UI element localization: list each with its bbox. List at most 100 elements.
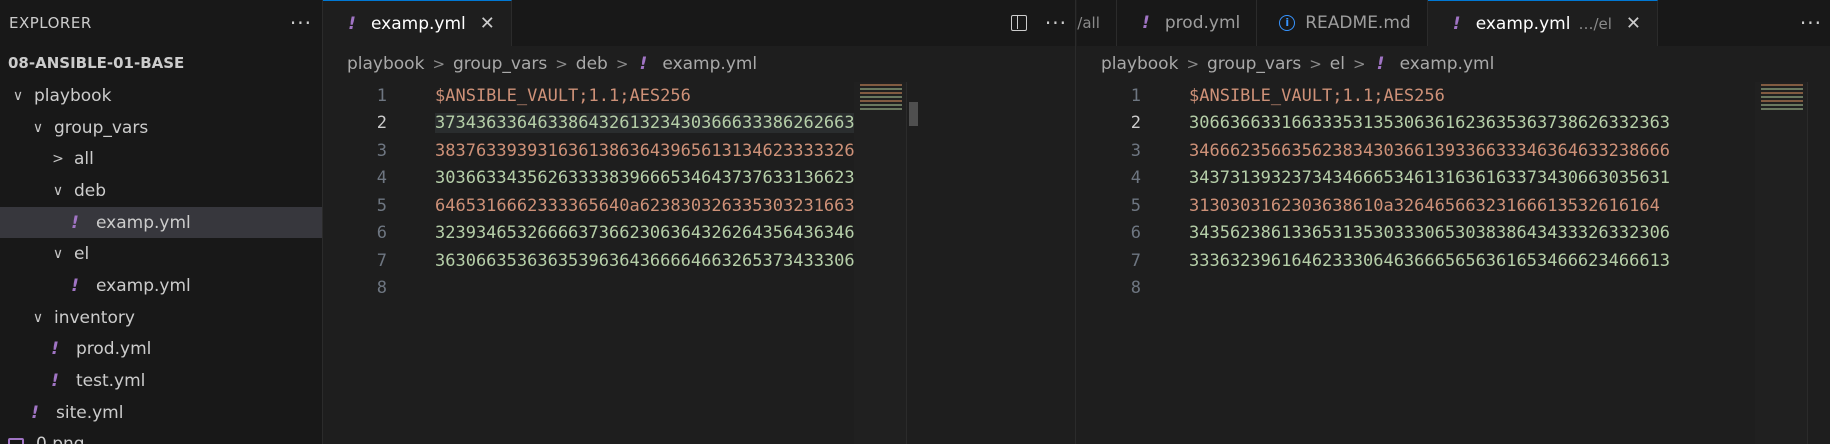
editor-actions-right: ··· (1800, 0, 1830, 46)
line-number: 1 (376, 85, 387, 106)
tab-label: examp.yml (371, 13, 466, 34)
code-line[interactable]: 2 373436336463386432613234303666333862626… (323, 110, 1075, 138)
code-editor-left[interactable]: 1 $ANSIBLE_VAULT;1.1;AES256 2 3734363364633… (323, 82, 1075, 302)
line-text: 3435623861336531353033306530383864343332… (1189, 223, 1671, 244)
tree-file[interactable]: ! examp.yml (0, 206, 322, 239)
code-line[interactable]: 6 343562386133653135303330653038386434333… (1077, 220, 1830, 248)
breadcrumb-item[interactable]: examp.yml (662, 54, 757, 74)
editor-more-icon[interactable]: ··· (1045, 11, 1067, 35)
breadcrumb-item[interactable]: group_vars (453, 54, 547, 74)
code-line[interactable]: 4 303663343562633338396665346437376331366… (323, 165, 1075, 193)
editor-tab[interactable]: ! prod.yml (1116, 0, 1258, 46)
tree-folder[interactable]: ∨ playbook (0, 80, 322, 112)
tree-item-label: 0.png (36, 434, 85, 444)
breadcrumb-item[interactable]: playbook (1101, 54, 1178, 74)
breadcrumb-item[interactable]: group_vars (1207, 54, 1301, 74)
tree-file[interactable]: ! test.yml (0, 365, 322, 397)
close-icon[interactable]: ✕ (480, 13, 495, 34)
close-icon[interactable]: ✕ (1626, 13, 1641, 34)
tree-item-label: playbook (34, 85, 112, 106)
explorer-more-icon[interactable]: ··· (290, 11, 312, 35)
breadcrumb-item[interactable]: playbook (347, 54, 424, 74)
tree-folder[interactable]: ∨ inventory (0, 302, 322, 334)
line-number: 2 (376, 113, 387, 134)
chevron-right-icon: > (1309, 55, 1322, 73)
tree-folder[interactable]: ∨ deb (0, 175, 322, 207)
explorer-title: EXPLORER (9, 14, 92, 32)
editor-tab[interactable]: ! examp.yml …/el ✕ (1427, 0, 1658, 46)
code-line[interactable]: 1 $ANSIBLE_VAULT;1.1;AES256 (1077, 82, 1830, 110)
breadcrumb-item[interactable]: examp.yml (1400, 54, 1495, 74)
line-text: 3466623566356238343036613933663334636463… (1189, 140, 1671, 161)
minimap-line (1761, 108, 1803, 110)
code-line[interactable]: 4 343731393237343466653461316361633734306… (1077, 165, 1830, 193)
scrollbar-left[interactable] (906, 82, 921, 444)
tree-folder[interactable]: ∨ el (0, 238, 322, 270)
code-editor-right[interactable]: 1 $ANSIBLE_VAULT;1.1;AES256 2 3066366331663… (1077, 82, 1830, 302)
scrollbar-right[interactable] (1807, 82, 1822, 444)
code-line[interactable]: 7 333632396164623330646366656563616534666… (1077, 247, 1830, 275)
minimap-line (1761, 84, 1803, 86)
line-text: 6465316662333365640a62383032633530323166… (435, 195, 906, 216)
line-text: 3437313932373434666534613163616337343066… (1189, 168, 1671, 189)
editor-tab[interactable]: i README.md (1257, 0, 1428, 46)
tree-item-label: examp.yml (96, 212, 191, 233)
chevron-down-icon[interactable]: ∨ (28, 310, 48, 326)
code-line[interactable]: 2 306636633166333531353063616236353637386… (1077, 110, 1830, 138)
yaml-file-icon: ! (31, 402, 39, 423)
code-line[interactable]: 3 346662356635623834303661393366333463646… (1077, 137, 1830, 165)
tab-list-left: ! examp.yml ✕ (323, 0, 512, 46)
breadcrumb-right: playbook > group_vars > el >! examp.yml (1077, 46, 1830, 82)
yaml-file-icon: ! (51, 339, 59, 360)
workspace-root[interactable]: 08-ANSIBLE-01-BASE (0, 46, 322, 80)
editor-tab[interactable]: ml…/all (1077, 0, 1117, 46)
yaml-file-icon: ! (1452, 13, 1461, 34)
editor-group-left: ! examp.yml ✕ ··· playbook > group_vars > deb >… (323, 0, 1076, 444)
tree-file[interactable]: ! prod.yml (0, 334, 322, 366)
line-text: 3336323961646233306463666565636165346662… (1189, 250, 1671, 271)
tree-item-label: inventory (54, 307, 135, 328)
breadcrumb-item[interactable]: el (1330, 54, 1345, 74)
image-file-icon (8, 438, 24, 444)
chevron-down-icon[interactable]: ∨ (28, 120, 48, 136)
tree-item-label: prod.yml (76, 339, 152, 360)
code-line[interactable]: 8 (323, 275, 1075, 303)
minimap-line (860, 96, 902, 98)
code-line[interactable]: 7 363066353636353963643666646632653734333… (323, 247, 1075, 275)
editor-more-icon-right[interactable]: ··· (1800, 11, 1822, 35)
line-number: 8 (376, 278, 387, 299)
yaml-file-icon: ! (71, 212, 79, 233)
chevron-right-icon[interactable]: > (48, 151, 68, 167)
chevron-down-icon[interactable]: ∨ (8, 88, 28, 104)
line-number: 5 (376, 195, 387, 216)
yaml-file-icon: ! (348, 13, 356, 34)
scrollbar-thumb-left[interactable] (909, 102, 918, 126)
code-line[interactable]: 1 $ANSIBLE_VAULT;1.1;AES256 (323, 82, 1075, 110)
code-line[interactable]: 3 383763393931636138636439656131346233333… (323, 137, 1075, 165)
tree-item-label: deb (74, 180, 107, 201)
tree-file[interactable]: ! site.yml (0, 397, 322, 429)
breadcrumb-item[interactable]: deb (576, 54, 608, 74)
tree-file[interactable]: ! examp.yml (0, 270, 322, 302)
code-line[interactable]: 8 (1077, 275, 1830, 303)
minimap-line (860, 92, 902, 94)
tree-folder[interactable]: > all (0, 143, 322, 175)
yaml-file-icon: ! (639, 54, 648, 74)
workspace-root-label: 08-ANSIBLE-01-BASE (8, 54, 185, 72)
code-line[interactable]: 5 3130303162303638610a3264656632316661353… (1077, 192, 1830, 220)
editor-tab[interactable]: ! examp.yml ✕ (323, 0, 512, 46)
split-editor-icon[interactable] (1010, 15, 1027, 31)
code-line[interactable]: 5 6465316662333365640a6238303263353032316… (323, 192, 1075, 220)
yaml-file-icon: ! (1376, 54, 1385, 74)
tree-folder[interactable]: ∨ group_vars (0, 112, 322, 144)
chevron-right-icon: > (432, 55, 446, 73)
code-line[interactable]: 6 323934653266663736623063643262643564363… (323, 220, 1075, 248)
chevron-down-icon[interactable]: ∨ (48, 183, 68, 199)
line-number: 3 (1130, 140, 1141, 161)
line-number: 3 (376, 140, 387, 161)
chevron-down-icon[interactable]: ∨ (48, 246, 68, 262)
minimap-left[interactable] (854, 82, 906, 444)
tree-item-label: test.yml (76, 371, 146, 392)
tree-file[interactable]: 0.png (0, 429, 322, 444)
minimap-right[interactable] (1755, 82, 1807, 444)
